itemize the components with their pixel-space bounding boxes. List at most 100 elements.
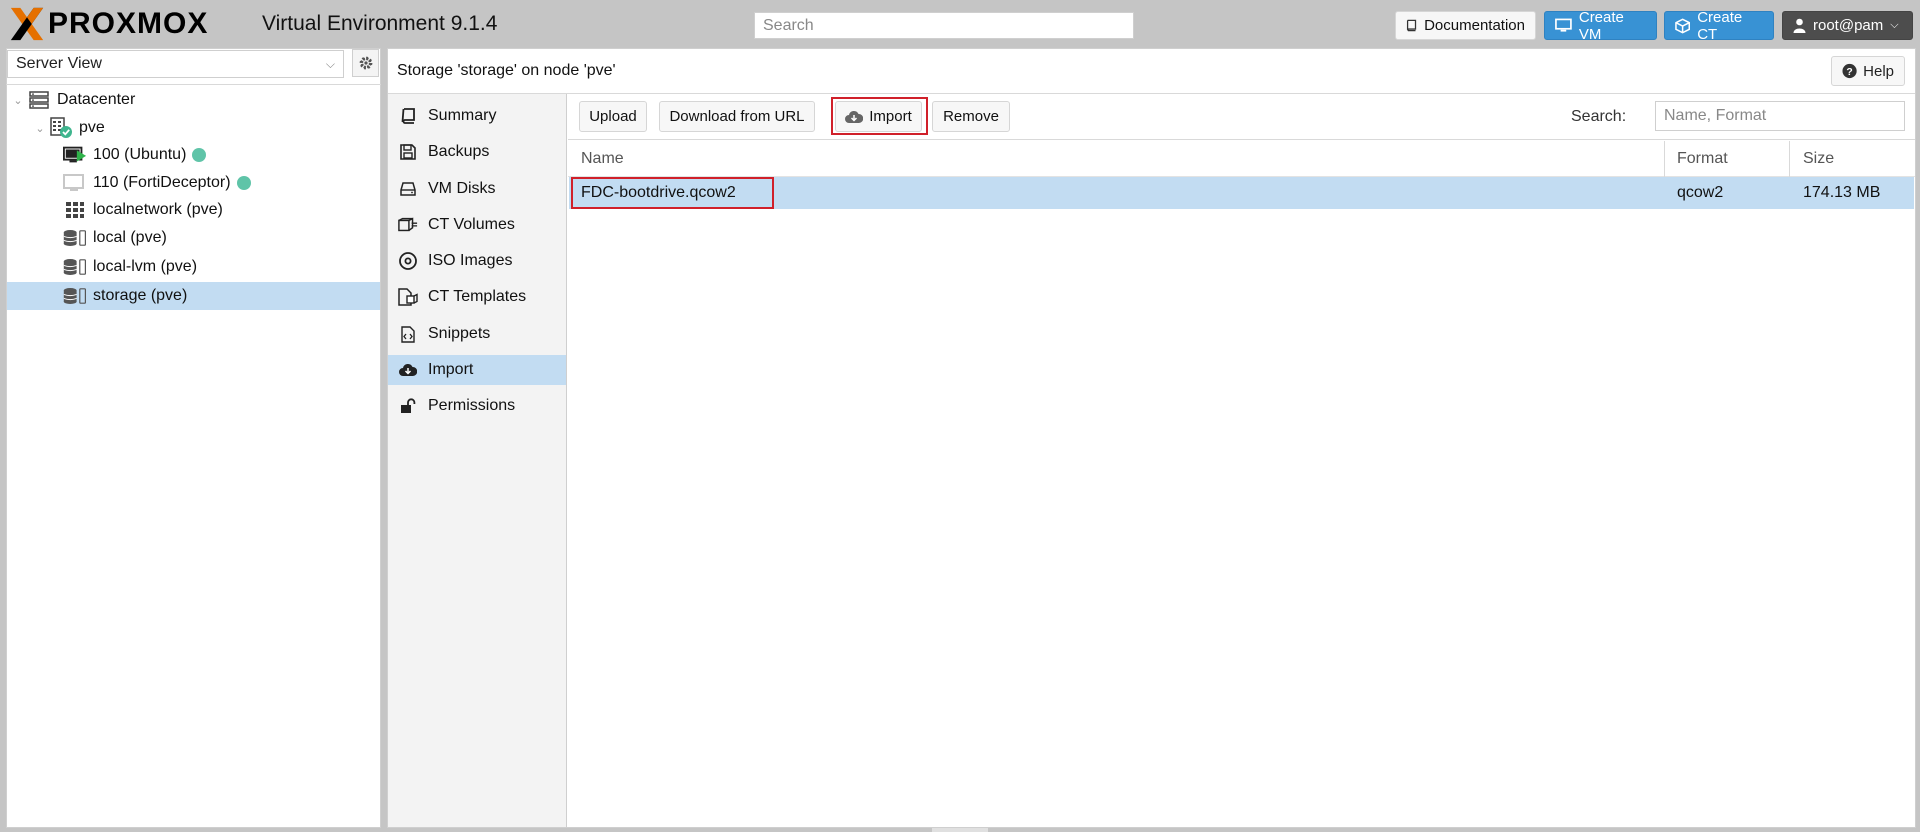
floppy-icon — [398, 144, 418, 160]
cube-icon — [398, 217, 418, 233]
nav-item-label: CT Templates — [428, 288, 527, 305]
tree-divider — [6, 84, 381, 85]
import-label: Import — [869, 108, 912, 125]
help-label: Help — [1863, 62, 1894, 80]
brand-wordmark: PROXMOX — [48, 7, 209, 40]
column-header-name[interactable]: Name — [581, 150, 624, 168]
network-icon — [63, 199, 87, 221]
disc-icon — [398, 252, 418, 270]
upload-button[interactable]: Upload — [579, 101, 647, 132]
global-search-input[interactable] — [754, 12, 1134, 39]
column-header-format[interactable]: Format — [1677, 150, 1728, 168]
download-from-url-button[interactable]: Download from URL — [659, 101, 815, 132]
cell-size: 174.13 MB — [1803, 184, 1881, 201]
collapse-icon[interactable]: ⌄ — [11, 94, 25, 107]
cloud-download-icon — [845, 110, 864, 123]
column-header-size[interactable]: Size — [1803, 150, 1834, 168]
download-from-url-label: Download from URL — [669, 108, 805, 125]
page-title: Storage 'storage' on node 'pve' — [397, 62, 616, 79]
nav-item-permissions[interactable]: Permissions — [388, 391, 566, 421]
server-view-select[interactable]: Server View ⌵ — [7, 50, 344, 78]
create-ct-label: Create CT — [1697, 8, 1743, 43]
upload-label: Upload — [589, 108, 637, 125]
node-icon — [49, 117, 73, 139]
nav-item-ct-templates[interactable]: CT Templates — [388, 282, 566, 312]
file-code-icon — [398, 325, 418, 343]
tree-item-label: Datacenter — [57, 91, 136, 108]
tree-item-label: 100 (Ubuntu) — [93, 146, 187, 163]
vm-running-icon — [63, 144, 87, 166]
book-icon — [1406, 19, 1417, 32]
remove-button[interactable]: Remove — [932, 101, 1010, 132]
tree-item-label: local-lvm (pve) — [93, 258, 198, 275]
tree-item-vm-110[interactable]: 110 (FortiDeceptor) — [7, 169, 380, 197]
nav-item-label: CT Volumes — [428, 216, 515, 233]
file-template-icon — [398, 288, 418, 306]
user-menu-button[interactable]: root@pam ⌵ — [1782, 11, 1913, 40]
cube-icon — [1675, 17, 1691, 34]
tree-item-datacenter[interactable]: ⌄ Datacenter — [7, 86, 380, 114]
nav-item-label: Permissions — [428, 397, 516, 414]
collapse-icon[interactable]: ⌄ — [33, 122, 47, 135]
tree-item-pve[interactable]: ⌄ pve — [7, 114, 380, 142]
tree-item-storage-storage[interactable]: storage (pve) — [7, 282, 380, 310]
tree-item-vm-100[interactable]: 100 (Ubuntu) — [7, 141, 380, 169]
nav-item-label: Backups — [428, 143, 490, 160]
chevron-down-icon: ⌵ — [1890, 19, 1899, 31]
tree-item-storage-local-lvm[interactable]: local-lvm (pve) — [7, 253, 380, 281]
import-button[interactable]: Import — [835, 101, 922, 132]
nav-item-label: ISO Images — [428, 252, 513, 269]
column-separator[interactable] — [1664, 141, 1665, 177]
server-view-value: Server View — [16, 55, 102, 72]
status-running-icon — [192, 148, 207, 162]
search-label: Search: — [1571, 108, 1627, 125]
status-running-icon — [236, 176, 251, 190]
tree-item-label: storage (pve) — [93, 287, 188, 304]
help-button[interactable]: ? Help — [1831, 56, 1905, 86]
svg-text:?: ? — [1846, 67, 1852, 78]
chevron-down-icon: ⌵ — [325, 57, 335, 71]
question-circle-icon: ? — [1842, 63, 1857, 79]
nav-item-label: Snippets — [428, 325, 491, 342]
remove-label: Remove — [943, 108, 999, 125]
nav-item-iso-images[interactable]: ISO Images — [388, 246, 566, 276]
create-vm-label: Create VM — [1578, 8, 1624, 43]
proxmox-x-icon — [10, 7, 44, 41]
storage-icon — [63, 256, 87, 278]
nav-item-import[interactable]: Import — [388, 355, 566, 385]
user-icon — [1793, 18, 1806, 33]
nav-item-label: Summary — [428, 107, 497, 124]
resize-handle[interactable] — [932, 828, 988, 832]
create-ct-button[interactable]: Create CT — [1664, 8, 1774, 43]
proxmox-logo[interactable]: PROXMOX — [8, 4, 208, 44]
documentation-label: Documentation — [1424, 17, 1525, 34]
monitor-icon — [1555, 18, 1572, 32]
nav-item-summary[interactable]: Summary — [388, 101, 566, 131]
create-vm-button[interactable]: Create VM — [1544, 8, 1657, 43]
hdd-icon — [398, 182, 418, 196]
tree-item-label: 110 (FortiDeceptor) — [93, 174, 231, 191]
app-version: Virtual Environment 9.1.4 — [262, 12, 498, 35]
book-icon — [398, 108, 418, 124]
content-header-divider — [388, 93, 1915, 94]
tree-item-localnetwork[interactable]: localnetwork (pve) — [7, 196, 380, 224]
toolbar-divider — [568, 139, 1915, 140]
view-settings-button[interactable] — [352, 49, 379, 77]
tree-item-label: local (pve) — [93, 229, 167, 246]
user-label: root@pam — [1813, 17, 1884, 34]
tree-item-label: localnetwork (pve) — [93, 201, 223, 218]
cell-format: qcow2 — [1677, 184, 1724, 201]
nav-item-backups[interactable]: Backups — [388, 137, 566, 167]
documentation-button[interactable]: Documentation — [1395, 11, 1536, 40]
tree-item-label: pve — [79, 119, 105, 136]
storage-icon — [63, 227, 87, 249]
nav-item-ct-volumes[interactable]: CT Volumes — [388, 210, 566, 240]
vm-icon — [63, 172, 87, 194]
cell-name[interactable]: FDC-bootdrive.qcow2 — [581, 184, 736, 202]
content-search-input[interactable] — [1655, 101, 1905, 131]
tree-item-storage-local[interactable]: local (pve) — [7, 224, 380, 252]
nav-item-snippets[interactable]: Snippets — [388, 319, 566, 349]
nav-item-vm-disks[interactable]: VM Disks — [388, 174, 566, 204]
nav-item-label: Import — [428, 361, 474, 378]
column-separator[interactable] — [1789, 141, 1790, 177]
